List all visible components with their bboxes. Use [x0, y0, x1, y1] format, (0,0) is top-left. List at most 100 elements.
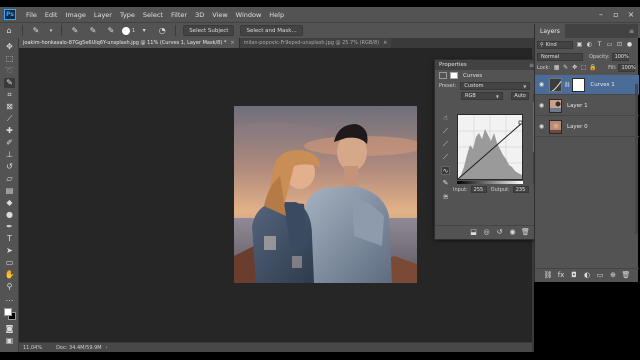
hand-icon[interactable]: ✋	[4, 270, 15, 280]
lock-transparency-icon[interactable]: ▦	[553, 64, 560, 71]
path-select-icon[interactable]: ➤	[4, 246, 15, 256]
menu-type[interactable]: Type	[116, 11, 139, 19]
lasso-icon[interactable]: ➰	[4, 66, 15, 76]
adjustment-filter-icon[interactable]: ◐	[586, 41, 593, 49]
select-subject-button[interactable]: Select Subject	[183, 25, 235, 36]
brush-preview-icon[interactable]	[122, 26, 130, 35]
brush-settings-icon[interactable]: ▾	[138, 25, 150, 37]
close-icon[interactable]: ×	[383, 40, 387, 46]
brush-icon[interactable]: ✐	[4, 138, 15, 148]
kind-filter-dropdown[interactable]: ⚲ Kind	[537, 40, 573, 49]
lock-artboard-icon[interactable]: ⬚	[580, 64, 587, 71]
menu-3d[interactable]: 3D	[191, 11, 208, 19]
blur-icon[interactable]: ◆	[4, 198, 15, 208]
fill-field[interactable]: 100%	[618, 63, 636, 72]
smart-object-filter-icon[interactable]: ⊡	[616, 41, 623, 49]
fx-icon[interactable]: fx	[557, 271, 566, 280]
properties-header[interactable]: Properties ≡	[435, 60, 538, 70]
move-icon[interactable]: ✥	[4, 42, 15, 52]
menu-file[interactable]: File	[22, 11, 41, 19]
add-to-selection-icon[interactable]: ✎	[87, 25, 99, 37]
tab-document-1[interactable]: joakim-honkasalo-87Gg5e6Ulq6Y-unsplash.j…	[19, 38, 239, 48]
home-icon[interactable]: ⌂	[3, 25, 15, 37]
screen-mode-icon[interactable]: ▣	[4, 336, 15, 346]
shape-filter-icon[interactable]: ▭	[606, 41, 613, 49]
maximize-icon[interactable]: ▫	[609, 7, 623, 22]
eraser-icon[interactable]: ▱	[4, 174, 15, 184]
clip-to-layer-icon[interactable]: ⬓	[469, 228, 478, 237]
new-layer-icon[interactable]: ⊕	[609, 271, 618, 280]
close-icon[interactable]: ×	[230, 40, 234, 46]
marquee-icon[interactable]: ⬚	[4, 54, 15, 64]
pixel-filter-icon[interactable]: ▣	[576, 41, 583, 49]
add-mask-icon[interactable]: ◘	[570, 271, 579, 280]
close-icon[interactable]: ×	[624, 7, 638, 22]
view-previous-icon[interactable]: ◎	[482, 228, 491, 237]
new-adjustment-icon[interactable]: ◐	[583, 271, 592, 280]
curves-graph[interactable]	[457, 114, 523, 180]
blend-mode-dropdown[interactable]: Normal	[537, 52, 583, 61]
foreground-color-swatch[interactable]	[4, 308, 12, 316]
menu-window[interactable]: Window	[232, 11, 266, 19]
eyedropper-icon[interactable]: ⟋	[4, 114, 15, 124]
stamp-icon[interactable]: ⊥	[4, 150, 15, 160]
type-filter-icon[interactable]: T	[596, 41, 603, 49]
menu-filter[interactable]: Filter	[167, 11, 191, 19]
visibility-eye-icon[interactable]: ◉	[537, 81, 546, 88]
menu-select[interactable]: Select	[139, 11, 167, 19]
delete-icon[interactable]: 🗑	[521, 228, 530, 237]
lock-all-icon[interactable]: 🔒	[589, 64, 596, 71]
crop-icon[interactable]: ⌗	[4, 90, 15, 100]
target-adjust-icon[interactable]: ☝	[441, 114, 450, 123]
white-point-eyedropper-icon[interactable]: ⟋	[441, 153, 450, 162]
curve-edit-icon[interactable]: ∿	[441, 166, 450, 175]
menu-image[interactable]: Image	[61, 11, 89, 19]
zoom-level[interactable]: 11.04%	[23, 345, 42, 351]
new-selection-icon[interactable]: ✎	[69, 25, 81, 37]
layers-scrollbar[interactable]	[635, 84, 638, 234]
curves-adjustment-icon[interactable]	[439, 72, 447, 79]
document-image[interactable]	[234, 106, 417, 283]
preset-dropdown[interactable]: Custom ▼	[460, 82, 531, 90]
visibility-eye-icon[interactable]: ◉	[537, 123, 546, 130]
input-field[interactable]: 255	[470, 186, 487, 193]
frame-icon[interactable]: ⊠	[4, 102, 15, 112]
lock-pixels-icon[interactable]: ✎	[562, 64, 569, 71]
panel-menu-icon[interactable]: ≡	[629, 28, 634, 35]
quick-mask-icon[interactable]: ◙	[4, 324, 15, 334]
menu-edit[interactable]: Edit	[41, 11, 62, 19]
subtract-selection-icon[interactable]: ✎	[105, 25, 117, 37]
layer-row-layer-0[interactable]: ◉ Layer 0	[535, 117, 639, 137]
dodge-icon[interactable]: ●	[4, 210, 15, 220]
channel-dropdown[interactable]: RGB ▼	[461, 92, 503, 100]
auto-button[interactable]: Auto	[511, 92, 529, 100]
opacity-field[interactable]: 100%	[611, 52, 629, 61]
chain-link-icon[interactable]: ⛓	[564, 82, 570, 88]
chevron-down-icon[interactable]: ▾	[48, 25, 54, 37]
pen-icon[interactable]: ✒	[4, 222, 15, 232]
delete-icon[interactable]: 🗑	[622, 271, 631, 280]
clipping-warning-icon[interactable]: ⚠	[443, 194, 448, 201]
quick-select-icon[interactable]: ✎	[4, 78, 15, 88]
layer-mask-thumbnail[interactable]	[572, 77, 586, 92]
menu-view[interactable]: View	[208, 11, 231, 19]
filter-toggle-icon[interactable]: ●	[626, 41, 633, 49]
zoom-icon[interactable]: ⚲	[4, 282, 15, 292]
reset-icon[interactable]: ↺	[495, 228, 504, 237]
angle-icon[interactable]: ◔	[156, 25, 168, 37]
pencil-draw-icon[interactable]: ✎	[441, 179, 450, 188]
type-icon[interactable]: T	[4, 234, 15, 244]
gray-point-eyedropper-icon[interactable]: ⟋	[441, 140, 450, 149]
tab-document-2[interactable]: milan-popovic-Fr9epsd-unsplash.jpg @ 25.…	[238, 38, 392, 48]
menu-help[interactable]: Help	[265, 11, 288, 19]
output-field[interactable]: 235	[512, 186, 529, 193]
quick-select-tool-icon[interactable]: ✎	[30, 25, 42, 37]
lock-position-icon[interactable]: ✥	[571, 64, 578, 71]
minimize-icon[interactable]: –	[594, 7, 608, 22]
black-point-eyedropper-icon[interactable]: ⟋	[441, 127, 450, 136]
healing-icon[interactable]: ✚	[4, 126, 15, 136]
new-group-icon[interactable]: ▭	[596, 271, 605, 280]
layer-row-layer-1[interactable]: ◉ Layer 1	[535, 96, 639, 116]
chevron-right-icon[interactable]: ›	[106, 345, 108, 351]
visibility-eye-icon[interactable]: ◉	[537, 102, 546, 109]
